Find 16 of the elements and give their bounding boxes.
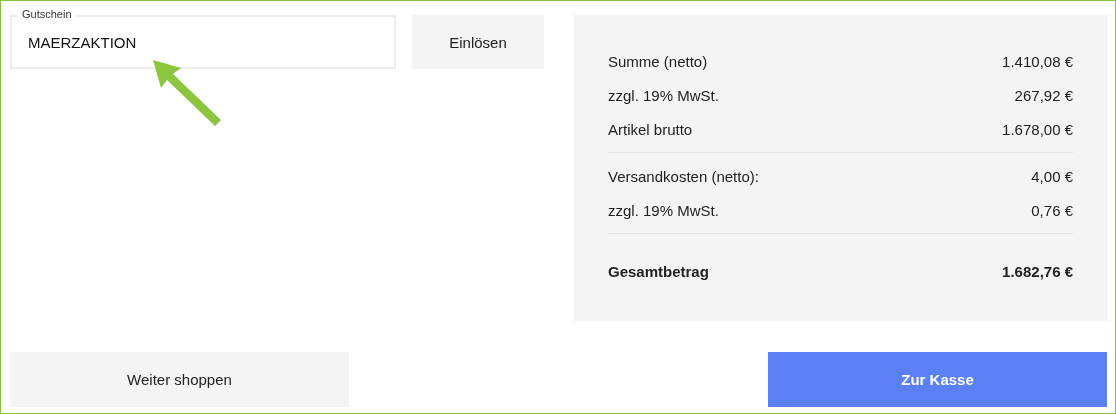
row-label: Versandkosten (netto): xyxy=(608,167,759,185)
row-amount: 1.410,08 € xyxy=(1002,52,1073,70)
row-amount: 267,92 € xyxy=(1014,86,1073,104)
total-label: Gesamtbetrag xyxy=(608,262,709,280)
row-label: Artikel brutto xyxy=(608,120,693,138)
row-amount: 4,00 € xyxy=(1031,167,1073,185)
row-amount: 1.678,00 € xyxy=(1002,120,1073,138)
total-amount: 1.682,76 € xyxy=(1002,262,1073,280)
redeem-button[interactable]: Einlösen xyxy=(412,15,544,69)
row-amount: 0,76 € xyxy=(1031,201,1073,219)
continue-shopping-button[interactable]: Weiter shoppen xyxy=(10,352,349,407)
field-label: Gutschein xyxy=(18,8,76,20)
row-label: Summe (netto) xyxy=(608,52,708,70)
checkout-button[interactable]: Zur Kasse xyxy=(768,352,1107,407)
row-label: zzgl. 19% MwSt. xyxy=(608,86,719,104)
row-label: zzgl. 19% MwSt. xyxy=(608,201,719,219)
